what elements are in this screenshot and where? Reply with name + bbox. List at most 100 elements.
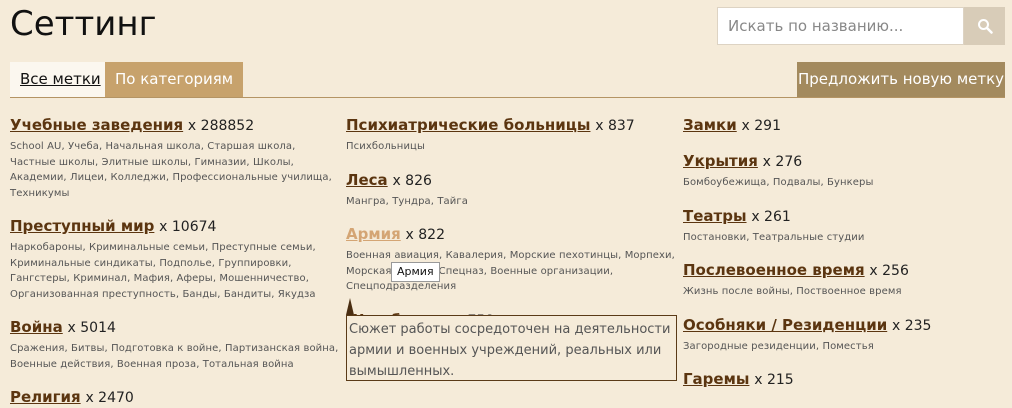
tag-link[interactable]: Бункеры: [827, 177, 873, 188]
tag-link[interactable]: Жизнь после войны: [683, 286, 790, 297]
category-link[interactable]: Укрытия: [683, 152, 758, 170]
tag-link[interactable]: Поствоенное время: [796, 286, 901, 297]
category-link[interactable]: Война: [10, 318, 63, 336]
tag-link[interactable]: Спецподразделения: [346, 281, 456, 292]
category-link[interactable]: Армия: [346, 225, 401, 243]
tag-link[interactable]: Подготовка к войне: [111, 343, 218, 354]
tag-link[interactable]: Элитные школы: [102, 157, 188, 168]
tag-link[interactable]: School AU: [10, 141, 61, 152]
category-count: x 10674: [159, 219, 217, 235]
tag-link[interactable]: Спецназ: [439, 266, 484, 277]
category-block: Армия x 822 Военная авиация, Кавалерия, М…: [346, 224, 676, 295]
tag-link[interactable]: Аферы: [177, 273, 213, 284]
tag-link[interactable]: Организованная преступность: [10, 289, 176, 300]
page-title: Сеттинг: [10, 4, 157, 44]
tag-link[interactable]: Банды: [182, 289, 217, 300]
tag-link[interactable]: Морпехи: [625, 250, 672, 261]
tag-link[interactable]: Преступные семьи: [212, 242, 313, 253]
tag-link[interactable]: Криминальные синдикаты: [10, 258, 153, 269]
category-link[interactable]: Замки: [683, 116, 737, 134]
category-count: x 276: [762, 154, 803, 170]
tag-link[interactable]: Группировки: [218, 258, 288, 269]
tag-link[interactable]: Битвы: [71, 343, 104, 354]
tag-link[interactable]: Театральные студии: [753, 232, 865, 243]
category-block: Театры x 261 Постановки, Театральные студ…: [683, 206, 1012, 246]
tag-link[interactable]: Школы: [253, 157, 291, 168]
tag-link[interactable]: Поместья: [822, 341, 873, 352]
category-link[interactable]: Леса: [346, 171, 388, 189]
category-block: Война x 5014 Сражения, Битвы, Подготовка …: [10, 317, 340, 372]
tag-link[interactable]: Мошенничество: [219, 273, 305, 284]
category-column-1: Учебные заведения x 288852 School AU, Уче…: [10, 115, 340, 408]
tab-by-categories[interactable]: По категориям: [105, 62, 244, 97]
tag-link[interactable]: Загородные резиденции: [683, 341, 816, 352]
category-link[interactable]: Преступный мир: [10, 217, 154, 235]
tag-link[interactable]: Наркобароны: [10, 242, 82, 253]
tag-link[interactable]: Бомбоубежища: [683, 177, 766, 188]
category-link[interactable]: Послевоенное время: [683, 261, 865, 279]
tag-link[interactable]: Подвалы: [773, 177, 821, 188]
tag-link[interactable]: Военная авиация: [346, 250, 439, 261]
tag-link[interactable]: Подполье: [159, 258, 211, 269]
tag-link[interactable]: Бандиты: [224, 289, 271, 300]
category-heading: Религия x 2470: [10, 387, 340, 408]
category-heading: Психиатрические больницы x 837: [346, 115, 676, 136]
category-block: Гаремы x 215: [683, 369, 1012, 390]
tag-link[interactable]: Военные организации: [490, 266, 609, 277]
category-tags: Мангра, Тундра, Тайга: [346, 195, 468, 207]
category-count: x 256: [869, 263, 909, 279]
category-heading: Армия x 822: [346, 224, 676, 245]
category-block: Религия x 2470: [10, 387, 340, 408]
category-count: x 291: [741, 118, 781, 134]
tag-link[interactable]: Психбольницы: [346, 141, 425, 152]
tag-link[interactable]: Тайга: [437, 196, 468, 207]
tag-link[interactable]: Криминал: [73, 273, 127, 284]
category-link[interactable]: Учебные заведения: [10, 116, 183, 134]
category-column-2: Психиатрические больницы x 837 Психбольни…: [346, 115, 676, 331]
category-link[interactable]: Гаремы: [683, 370, 749, 388]
tag-link[interactable]: Гангстеры: [10, 273, 67, 284]
tag-link[interactable]: Военные действия: [10, 359, 110, 370]
tag-link[interactable]: Техникумы: [10, 188, 70, 199]
tag-link[interactable]: Военная проза: [117, 359, 196, 370]
tag-link[interactable]: Сражения: [10, 343, 64, 354]
tag-link[interactable]: Криминальные семьи: [89, 242, 205, 253]
tag-link[interactable]: Постановки: [683, 232, 746, 243]
category-block: Замки x 291: [683, 115, 1012, 136]
category-block: Укрытия x 276 Бомбоубежища, Подвалы, Бунк…: [683, 151, 1012, 191]
tag-link[interactable]: Мафия: [134, 273, 170, 284]
tag-link[interactable]: Кавалерия: [446, 250, 504, 261]
tag-link[interactable]: Частные школы: [10, 157, 95, 168]
category-link[interactable]: Особняки / Резиденции: [683, 316, 887, 334]
category-block: Учебные заведения x 288852 School AU, Уче…: [10, 115, 340, 201]
category-link[interactable]: Религия: [10, 388, 81, 406]
category-count: x 215: [754, 372, 794, 388]
tag-link[interactable]: Академии: [10, 172, 63, 183]
category-link[interactable]: Психиатрические больницы: [346, 116, 590, 134]
search-input[interactable]: [717, 7, 964, 45]
tag-link[interactable]: Гимназии: [194, 157, 246, 168]
tag-link[interactable]: Старшая школа: [207, 141, 292, 152]
category-tags: Психбольницы: [346, 139, 676, 155]
category-heading: Преступный мир x 10674: [10, 216, 340, 237]
tag-link[interactable]: Профессиональные училища: [172, 172, 328, 183]
tag-link[interactable]: Колледжи: [111, 172, 166, 183]
search-icon: [977, 19, 993, 34]
tag-link[interactable]: Морские пехотинцы: [510, 250, 618, 261]
tag-link[interactable]: Мангра: [346, 196, 386, 207]
category-heading: Замки x 291: [683, 115, 1012, 136]
tag-link[interactable]: Якудза: [278, 289, 316, 300]
tag-link[interactable]: Начальная школа: [106, 141, 201, 152]
category-heading: Укрытия x 276: [683, 151, 1012, 172]
search-button[interactable]: [964, 7, 1005, 45]
tag-link[interactable]: Учеба: [68, 141, 99, 152]
suggest-tag-button[interactable]: Предложить новую метку: [797, 62, 1005, 97]
tag-link[interactable]: Тундра: [392, 196, 431, 207]
category-link[interactable]: Театры: [683, 207, 747, 225]
tag-link[interactable]: Партизанская война: [225, 343, 335, 354]
tag-link[interactable]: Тотальная война: [203, 359, 294, 370]
category-heading: Театры x 261: [683, 206, 1012, 227]
tag-link[interactable]: Лицеи: [70, 172, 104, 183]
category-heading: Гаремы x 215: [683, 369, 1012, 390]
tab-all-tags[interactable]: Все метки: [10, 62, 111, 97]
